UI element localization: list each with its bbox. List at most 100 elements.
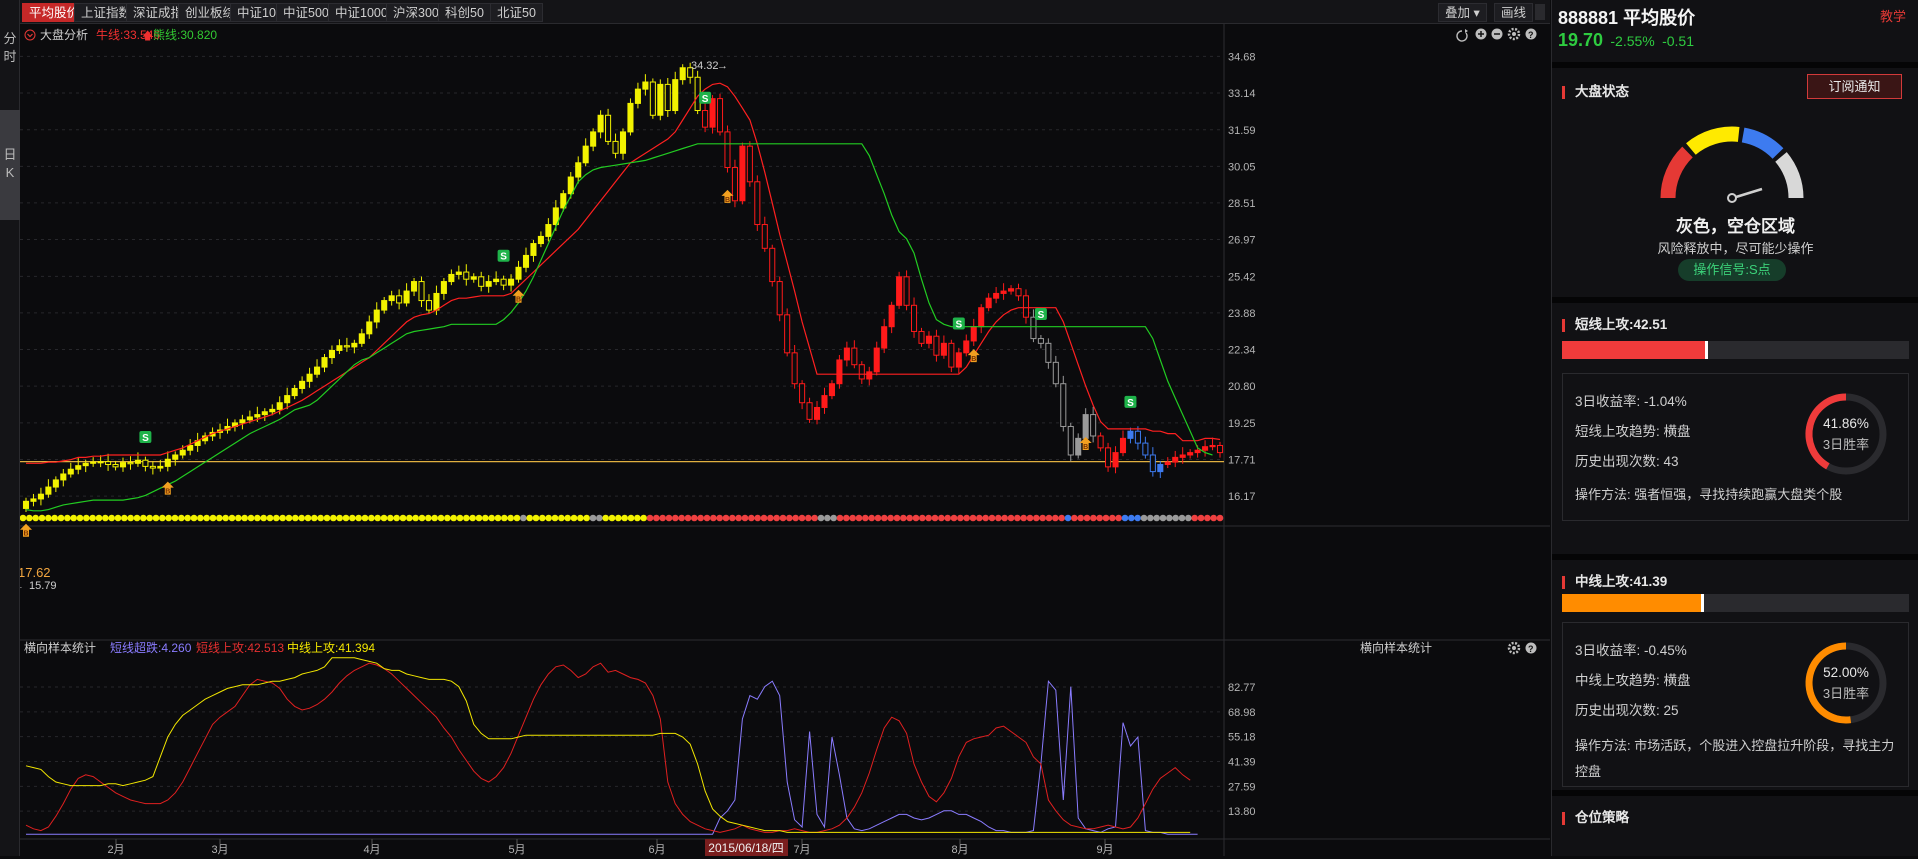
state-dot [76, 514, 84, 522]
short-super-fall-value: 短线超跌:4.260 [110, 640, 192, 655]
candle-body [1022, 295, 1030, 318]
candle-body [940, 342, 947, 356]
state-dot [336, 514, 343, 522]
gear-icon[interactable] [1507, 27, 1521, 41]
state-dot [995, 514, 1002, 522]
price-tick-label: 33.14 [1228, 88, 1256, 100]
indicator-name: 大盘分析 [40, 27, 88, 42]
candle-body [306, 373, 313, 382]
candle-body [1000, 290, 1007, 294]
state-dot [919, 514, 926, 522]
state-dot [513, 514, 521, 522]
state-dot [38, 514, 46, 522]
state-dot [798, 514, 806, 522]
help-icon[interactable]: ? [1525, 28, 1537, 41]
state-dot [969, 514, 977, 522]
price-tick-label: 22.34 [1228, 345, 1256, 357]
scroll-handle[interactable] [1535, 4, 1545, 20]
state-dot [1140, 514, 1148, 522]
state-dot [121, 514, 128, 522]
price-tick-label: 20.80 [1228, 381, 1256, 393]
state-dot [133, 514, 141, 522]
mid-count: 历史出现次数: 25 [1575, 703, 1679, 718]
price-tick-label: 23.88 [1228, 308, 1256, 320]
mid-return: 3日收益率: -0.45% [1575, 643, 1687, 658]
tab-daily-k[interactable]: 日K [0, 110, 20, 220]
sub-indicator-name: 横向样本统计 [24, 640, 96, 655]
candle-body [925, 335, 932, 344]
crosshair-date: 2015/06/18/四 [708, 841, 783, 855]
draw-line-button[interactable]: 画线 [1494, 3, 1534, 22]
state-dot [1077, 514, 1084, 522]
candle-body [799, 383, 806, 404]
candle-body [299, 380, 306, 389]
candle-body [716, 98, 724, 133]
teach-link[interactable]: 教学 [1880, 6, 1906, 25]
candle-body [284, 395, 291, 404]
state-dot [1128, 514, 1135, 522]
candle-body [896, 276, 903, 306]
state-dot [824, 514, 831, 522]
month-label: 7月 [793, 844, 810, 856]
kline-chart[interactable]: B S B S B S B S B S B S 34.68 33.14 31.59 30.05 28.51 26… [13, 24, 1550, 856]
tab-index-7[interactable]: 沪深300 [386, 3, 446, 22]
state-dot [653, 514, 660, 522]
tab-index-5[interactable]: 中证500 [276, 3, 336, 22]
state-dot [64, 514, 71, 522]
sub-tick-label: 82.77 [1228, 682, 1256, 694]
chevron-down-icon: ▾ [1473, 6, 1480, 20]
zoom-in-icon[interactable] [1475, 28, 1487, 40]
state-dot [710, 514, 717, 522]
tab-index-8[interactable]: 科创50 [438, 3, 491, 22]
candle-body [440, 281, 447, 294]
help-icon[interactable]: ? [1525, 642, 1537, 655]
overlay-dropdown[interactable]: 叠加 ▾ [1438, 3, 1487, 22]
state-dot [1197, 514, 1205, 522]
svg-text:?: ? [1528, 30, 1534, 40]
tab-index-9[interactable]: 北证50 [490, 3, 543, 22]
candle-body [784, 314, 791, 354]
state-dot [748, 514, 755, 522]
state-dot [456, 514, 464, 522]
state-dot [1033, 514, 1040, 522]
gauge-segment-1 [1686, 126, 1740, 155]
short-attack-card: 3日收益率: -1.04% 短线上攻趋势: 横盘 历史出现次数: 43 操作方法… [1562, 373, 1909, 521]
gear-icon[interactable] [1507, 641, 1521, 655]
tab-intraday[interactable]: 分时 [0, 30, 20, 74]
candle-body [246, 416, 253, 421]
candle-body [381, 300, 388, 311]
state-dot [868, 514, 875, 522]
state-dot [551, 514, 559, 522]
candle-body [1008, 288, 1015, 292]
state-dot [792, 514, 799, 522]
month-label: 2月 [107, 844, 124, 856]
state-dot [773, 514, 780, 522]
market-state-title: 大盘状态 [1575, 84, 1629, 99]
state-dot [83, 514, 90, 522]
candle-body [269, 408, 276, 413]
state-dot [463, 514, 470, 522]
tab-index-6[interactable]: 中证1000 [328, 3, 395, 22]
candle-body [1142, 442, 1149, 456]
state-dot [1159, 514, 1167, 522]
state-dot [418, 514, 426, 522]
state-dot [1083, 514, 1091, 522]
state-dot [216, 514, 223, 522]
candle-body [619, 131, 627, 154]
candle-body [993, 292, 1000, 299]
state-dot [520, 514, 527, 522]
sub-indicator-name-right: 横向样本统计 [1360, 640, 1432, 655]
state-dot [691, 514, 698, 522]
state-dot [197, 514, 204, 522]
state-dot [26, 514, 33, 522]
zoom-out-icon[interactable] [1491, 28, 1503, 40]
state-dot [1064, 514, 1072, 522]
refresh-icon[interactable] [1456, 29, 1468, 42]
short-trend: 短线上攻趋势: 横盘 [1575, 424, 1691, 439]
collapse-icon[interactable] [24, 29, 36, 41]
subscribe-button[interactable]: 订阅通知 [1807, 74, 1902, 99]
state-dot [184, 514, 191, 522]
price-tick-label: 28.51 [1228, 198, 1256, 210]
candle-body [754, 181, 761, 226]
candle-body [1119, 437, 1127, 454]
